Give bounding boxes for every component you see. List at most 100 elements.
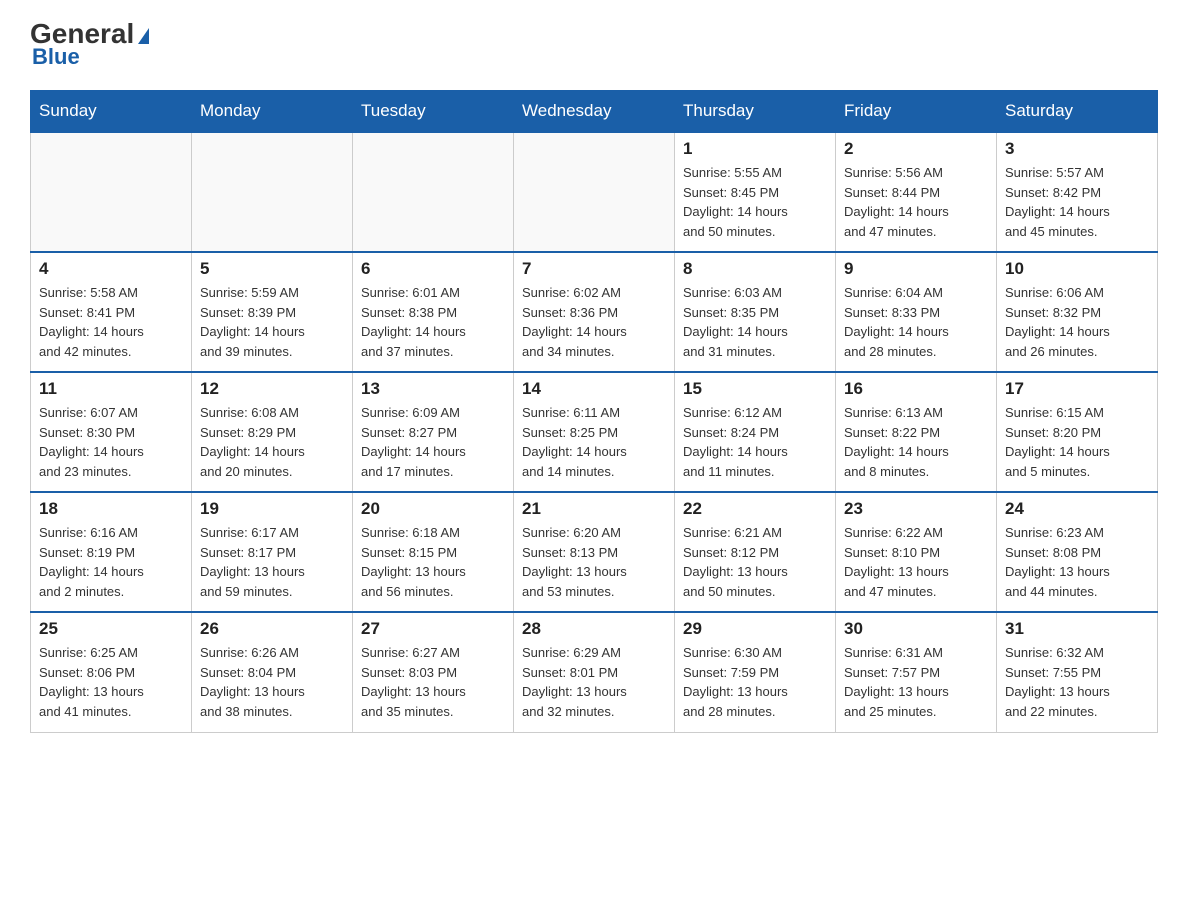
calendar-cell: 30 Sunrise: 6:31 AM Sunset: 7:57 PM Dayli… [836,612,997,732]
calendar-cell [353,132,514,252]
day-info: Sunrise: 6:26 AM Sunset: 8:04 PM Dayligh… [200,643,344,721]
logo-blue: Blue [32,44,80,70]
calendar-week-row: 11 Sunrise: 6:07 AM Sunset: 8:30 PM Dayli… [31,372,1158,492]
logo-triangle-icon [138,28,149,44]
calendar-cell: 15Sunrise: 6:12 AM Sunset: 8:24 PM Dayli… [675,372,836,492]
calendar-header-saturday: Saturday [997,91,1158,133]
day-number: 21 [522,499,666,519]
calendar-week-row: 1 Sunrise: 5:55 AM Sunset: 8:45 PM Daylig… [31,132,1158,252]
calendar-cell [31,132,192,252]
day-info: Sunrise: 6:16 AM Sunset: 8:19 PM Dayligh… [39,523,183,601]
calendar-header-thursday: Thursday [675,91,836,133]
day-number: 24 [1005,499,1149,519]
calendar-header-friday: Friday [836,91,997,133]
calendar-cell: 17Sunrise: 6:15 AM Sunset: 8:20 PM Dayli… [997,372,1158,492]
calendar-header-sunday: Sunday [31,91,192,133]
calendar-cell: 18 Sunrise: 6:16 AM Sunset: 8:19 PM Dayli… [31,492,192,612]
day-number: 6 [361,259,505,279]
day-number: 26 [200,619,344,639]
day-number: 20 [361,499,505,519]
calendar-cell: 7Sunrise: 6:02 AM Sunset: 8:36 PM Daylig… [514,252,675,372]
day-info: Sunrise: 6:29 AM Sunset: 8:01 PM Dayligh… [522,643,666,721]
calendar-cell: 26 Sunrise: 6:26 AM Sunset: 8:04 PM Dayli… [192,612,353,732]
day-number: 4 [39,259,183,279]
calendar-cell [192,132,353,252]
calendar-cell: 31Sunrise: 6:32 AM Sunset: 7:55 PM Dayli… [997,612,1158,732]
calendar-cell: 14 Sunrise: 6:11 AM Sunset: 8:25 PM Dayli… [514,372,675,492]
day-info: Sunrise: 6:04 AM Sunset: 8:33 PM Dayligh… [844,283,988,361]
day-info: Sunrise: 6:12 AM Sunset: 8:24 PM Dayligh… [683,403,827,481]
calendar-cell: 19 Sunrise: 6:17 AM Sunset: 8:17 PM Dayli… [192,492,353,612]
calendar-cell: 1 Sunrise: 5:55 AM Sunset: 8:45 PM Daylig… [675,132,836,252]
calendar-week-row: 25Sunrise: 6:25 AM Sunset: 8:06 PM Dayli… [31,612,1158,732]
calendar-cell: 25Sunrise: 6:25 AM Sunset: 8:06 PM Dayli… [31,612,192,732]
day-info: Sunrise: 6:09 AM Sunset: 8:27 PM Dayligh… [361,403,505,481]
day-info: Sunrise: 6:23 AM Sunset: 8:08 PM Dayligh… [1005,523,1149,601]
calendar-cell: 27 Sunrise: 6:27 AM Sunset: 8:03 PM Dayli… [353,612,514,732]
day-number: 28 [522,619,666,639]
day-info: Sunrise: 6:06 AM Sunset: 8:32 PM Dayligh… [1005,283,1149,361]
day-number: 13 [361,379,505,399]
day-info: Sunrise: 6:15 AM Sunset: 8:20 PM Dayligh… [1005,403,1149,481]
day-number: 31 [1005,619,1149,639]
day-number: 9 [844,259,988,279]
calendar-header-monday: Monday [192,91,353,133]
calendar-cell: 4 Sunrise: 5:58 AM Sunset: 8:41 PM Daylig… [31,252,192,372]
calendar-cell: 28 Sunrise: 6:29 AM Sunset: 8:01 PM Dayli… [514,612,675,732]
day-info: Sunrise: 6:20 AM Sunset: 8:13 PM Dayligh… [522,523,666,601]
day-info: Sunrise: 6:01 AM Sunset: 8:38 PM Dayligh… [361,283,505,361]
calendar-week-row: 18 Sunrise: 6:16 AM Sunset: 8:19 PM Dayli… [31,492,1158,612]
day-number: 18 [39,499,183,519]
day-number: 29 [683,619,827,639]
day-info: Sunrise: 5:56 AM Sunset: 8:44 PM Dayligh… [844,163,988,241]
calendar-cell: 10 Sunrise: 6:06 AM Sunset: 8:32 PM Dayli… [997,252,1158,372]
logo: General Blue [30,20,149,70]
day-number: 8 [683,259,827,279]
day-number: 1 [683,139,827,159]
calendar-cell: 9 Sunrise: 6:04 AM Sunset: 8:33 PM Daylig… [836,252,997,372]
day-info: Sunrise: 6:31 AM Sunset: 7:57 PM Dayligh… [844,643,988,721]
calendar-cell: 21 Sunrise: 6:20 AM Sunset: 8:13 PM Dayli… [514,492,675,612]
calendar-cell: 6 Sunrise: 6:01 AM Sunset: 8:38 PM Daylig… [353,252,514,372]
day-info: Sunrise: 6:17 AM Sunset: 8:17 PM Dayligh… [200,523,344,601]
calendar-cell: 24 Sunrise: 6:23 AM Sunset: 8:08 PM Dayli… [997,492,1158,612]
day-number: 30 [844,619,988,639]
calendar-cell: 3 Sunrise: 5:57 AM Sunset: 8:42 PM Daylig… [997,132,1158,252]
calendar-cell: 2Sunrise: 5:56 AM Sunset: 8:44 PM Daylig… [836,132,997,252]
calendar-week-row: 4 Sunrise: 5:58 AM Sunset: 8:41 PM Daylig… [31,252,1158,372]
day-info: Sunrise: 6:30 AM Sunset: 7:59 PM Dayligh… [683,643,827,721]
day-info: Sunrise: 6:07 AM Sunset: 8:30 PM Dayligh… [39,403,183,481]
day-info: Sunrise: 6:02 AM Sunset: 8:36 PM Dayligh… [522,283,666,361]
day-info: Sunrise: 5:58 AM Sunset: 8:41 PM Dayligh… [39,283,183,361]
day-info: Sunrise: 5:55 AM Sunset: 8:45 PM Dayligh… [683,163,827,241]
calendar-cell [514,132,675,252]
day-number: 10 [1005,259,1149,279]
calendar-cell: 29 Sunrise: 6:30 AM Sunset: 7:59 PM Dayli… [675,612,836,732]
day-number: 16 [844,379,988,399]
calendar-header-wednesday: Wednesday [514,91,675,133]
calendar-cell: 13 Sunrise: 6:09 AM Sunset: 8:27 PM Dayli… [353,372,514,492]
calendar-cell: 11 Sunrise: 6:07 AM Sunset: 8:30 PM Dayli… [31,372,192,492]
day-number: 11 [39,379,183,399]
day-number: 27 [361,619,505,639]
day-number: 12 [200,379,344,399]
day-number: 19 [200,499,344,519]
calendar-cell: 23 Sunrise: 6:22 AM Sunset: 8:10 PM Dayli… [836,492,997,612]
day-info: Sunrise: 6:03 AM Sunset: 8:35 PM Dayligh… [683,283,827,361]
day-info: Sunrise: 6:11 AM Sunset: 8:25 PM Dayligh… [522,403,666,481]
day-number: 14 [522,379,666,399]
day-info: Sunrise: 5:59 AM Sunset: 8:39 PM Dayligh… [200,283,344,361]
calendar-cell: 20 Sunrise: 6:18 AM Sunset: 8:15 PM Dayli… [353,492,514,612]
day-info: Sunrise: 6:18 AM Sunset: 8:15 PM Dayligh… [361,523,505,601]
day-info: Sunrise: 6:27 AM Sunset: 8:03 PM Dayligh… [361,643,505,721]
calendar-cell: 5Sunrise: 5:59 AM Sunset: 8:39 PM Daylig… [192,252,353,372]
day-info: Sunrise: 6:22 AM Sunset: 8:10 PM Dayligh… [844,523,988,601]
calendar-cell: 12Sunrise: 6:08 AM Sunset: 8:29 PM Dayli… [192,372,353,492]
day-info: Sunrise: 5:57 AM Sunset: 8:42 PM Dayligh… [1005,163,1149,241]
day-number: 22 [683,499,827,519]
day-info: Sunrise: 6:13 AM Sunset: 8:22 PM Dayligh… [844,403,988,481]
day-info: Sunrise: 6:25 AM Sunset: 8:06 PM Dayligh… [39,643,183,721]
day-number: 23 [844,499,988,519]
calendar-header-row: SundayMondayTuesdayWednesdayThursdayFrid… [31,91,1158,133]
day-number: 3 [1005,139,1149,159]
